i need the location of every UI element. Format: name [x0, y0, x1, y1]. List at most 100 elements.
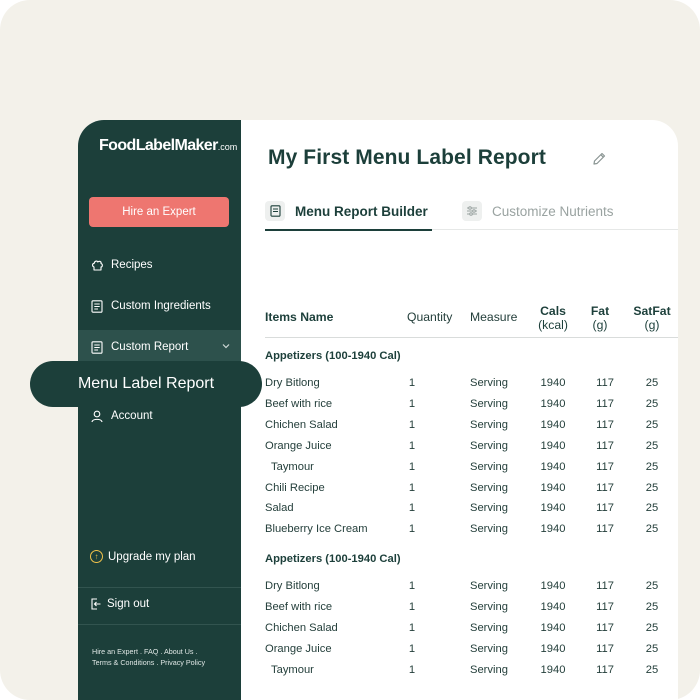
cell-qty: 1: [408, 460, 416, 473]
cell-qty: 1: [408, 621, 416, 634]
footer-link-about[interactable]: About Us: [164, 647, 194, 656]
column-header-fat[interactable]: Fat (g): [585, 304, 615, 332]
cell-name: Chichen Salad: [265, 621, 338, 634]
cell-qty: 1: [408, 397, 416, 410]
cell-qty: 1: [408, 523, 416, 536]
cell-fat: 117: [596, 523, 614, 536]
chef-hat-icon: [90, 258, 104, 272]
sidebar-item-label: Account: [111, 410, 153, 422]
cell-qty: 1: [408, 580, 416, 592]
footer-link-privacy[interactable]: Privacy Policy: [160, 658, 205, 667]
cell-qty: 1: [408, 642, 416, 655]
sidebar-item-custom-report[interactable]: Custom Report: [78, 330, 241, 364]
table-row[interactable]: Taymour 1 Serving 1940 117 25: [265, 461, 678, 482]
cell-fat: 117: [596, 663, 614, 676]
table-row[interactable]: Chichen Salad 1 Serving 1940 117 25: [265, 419, 678, 440]
cell-satfat: 25: [645, 523, 659, 536]
column-header-quantity[interactable]: Quantity: [407, 310, 452, 324]
table-row[interactable]: Dry Bitlong 1 Serving 1940 117 25: [265, 580, 678, 601]
logo-text: FoodLabelMaker: [99, 137, 218, 154]
hire-expert-button[interactable]: Hire an Expert: [89, 197, 229, 227]
cell-cals: 1940: [540, 460, 566, 473]
cell-cals: 1940: [540, 621, 566, 634]
cell-measure: Serving: [470, 580, 508, 592]
sidebar-item-custom-ingredients[interactable]: Custom Ingredients: [78, 289, 241, 323]
cell-satfat: 25: [645, 502, 659, 515]
cell-satfat: 25: [645, 439, 659, 452]
cell-fat: 117: [596, 377, 614, 389]
logo-suffix: .com: [217, 142, 238, 152]
chevron-down-icon[interactable]: [221, 341, 231, 354]
cell-cals: 1940: [540, 397, 566, 410]
footer-link-faq[interactable]: FAQ: [144, 647, 158, 656]
cell-satfat: 25: [645, 642, 659, 655]
cell-qty: 1: [408, 663, 416, 676]
logo[interactable]: FoodLabelMaker.com: [99, 137, 237, 155]
coin-icon: ↑: [90, 550, 103, 563]
footer-link-terms[interactable]: Terms & Conditions: [92, 658, 154, 667]
cell-qty: 1: [408, 418, 416, 431]
table-row[interactable]: Orange Juice 1 Serving 1940 117 25: [265, 643, 678, 664]
table-row[interactable]: Salad 1 Serving 1940 117 25: [265, 502, 678, 523]
table-row[interactable]: Beef with rice 1 Serving 1940 117 25: [265, 601, 678, 622]
sign-out-button[interactable]: Sign out: [90, 598, 149, 610]
cell-cals: 1940: [540, 600, 566, 613]
cell-name: Orange Juice: [265, 642, 332, 655]
cell-fat: 117: [596, 460, 614, 473]
table-row[interactable]: Orange Juice 1 Serving 1940 117 25: [265, 440, 678, 461]
table-row[interactable]: Blueberry Ice Cream 1 Serving 1940 117 25: [265, 523, 678, 544]
cell-qty: 1: [408, 600, 416, 613]
cell-qty: 1: [408, 502, 416, 515]
header-unit: (kcal): [538, 318, 568, 332]
sliders-icon: [462, 201, 482, 221]
cell-measure: Serving: [470, 481, 508, 494]
cell-satfat: 25: [645, 418, 659, 431]
upgrade-plan-button[interactable]: ↑ Upgrade my plan: [90, 550, 196, 563]
column-header-name[interactable]: Items Name: [265, 310, 333, 324]
user-icon: [90, 409, 104, 423]
cell-measure: Serving: [470, 663, 508, 676]
cell-measure: Serving: [470, 642, 508, 655]
table-row[interactable]: Taymour 1 Serving 1940 117 25: [265, 664, 678, 685]
pencil-icon[interactable]: [591, 151, 607, 172]
table-row[interactable]: Beef with rice 1 Serving 1940 117 25: [265, 398, 678, 419]
sidebar-item-recipes[interactable]: Recipes: [78, 248, 241, 282]
cell-measure: Serving: [470, 523, 508, 536]
header-label: SatFat: [633, 304, 671, 318]
table-row[interactable]: Dry Bitlong 1 Serving 1940 117 25: [265, 377, 678, 398]
column-header-cals[interactable]: Cals (kcal): [533, 304, 573, 332]
cell-measure: Serving: [470, 418, 508, 431]
cell-cals: 1940: [540, 439, 566, 452]
cell-fat: 117: [596, 621, 614, 634]
header-unit: (g): [644, 318, 660, 332]
cell-fat: 117: [596, 397, 614, 410]
table-row[interactable]: Chili Recipe 1 Serving 1940 117 25: [265, 482, 678, 503]
cell-satfat: 25: [645, 580, 659, 592]
cell-cals: 1940: [540, 523, 566, 536]
page-title: My First Menu Label Report: [268, 146, 546, 169]
cell-name: Dry Bitlong: [265, 377, 320, 389]
tab-customize-nutrients[interactable]: Customize Nutrients: [462, 192, 614, 230]
column-header-measure[interactable]: Measure: [470, 310, 517, 324]
menu-label-report-pill[interactable]: Menu Label Report: [30, 361, 262, 407]
upgrade-label: Upgrade my plan: [108, 550, 196, 563]
cell-qty: 1: [408, 377, 416, 389]
table-row[interactable]: Chichen Salad 1 Serving 1940 117 25: [265, 622, 678, 643]
column-header-satfat[interactable]: SatFat (g): [631, 304, 673, 332]
cell-measure: Serving: [470, 397, 508, 410]
header-label: Cals: [540, 304, 566, 318]
document-icon: [265, 201, 285, 221]
sidebar: FoodLabelMaker.com Hire an Expert Recipe…: [78, 120, 241, 700]
cell-name: Beef with rice: [265, 600, 333, 613]
footer-link-hire[interactable]: Hire an Expert: [92, 647, 138, 656]
cell-name: Beef with rice: [265, 397, 333, 410]
tab-label: Customize Nutrients: [492, 203, 614, 219]
cell-name: Chichen Salad: [265, 418, 338, 431]
document-icon: [90, 340, 104, 354]
app-window: FoodLabelMaker.com Hire an Expert Recipe…: [78, 120, 678, 700]
sidebar-item-label: Custom Ingredients: [111, 300, 211, 312]
tab-label: Menu Report Builder: [295, 203, 428, 219]
sidebar-item-label: Custom Report: [111, 341, 189, 353]
cell-qty: 1: [408, 439, 416, 452]
tab-menu-report-builder[interactable]: Menu Report Builder: [265, 192, 432, 231]
